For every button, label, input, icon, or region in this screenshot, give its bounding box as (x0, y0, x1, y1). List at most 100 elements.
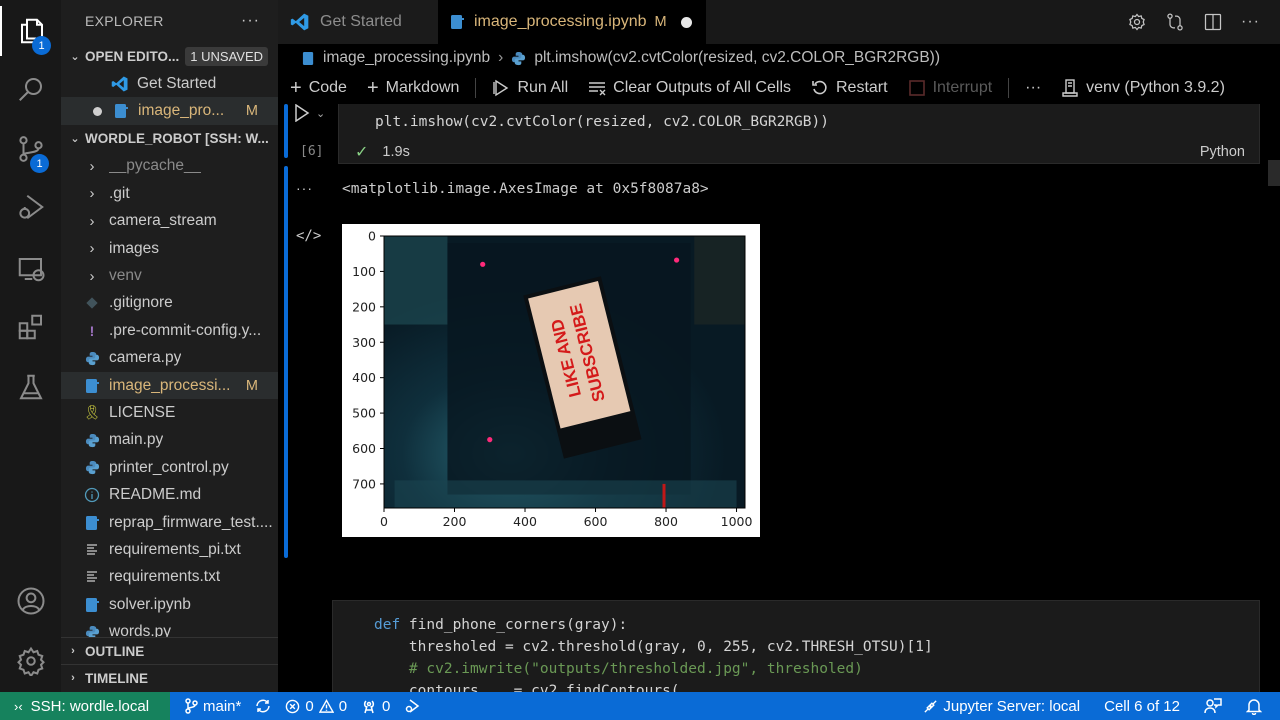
sync-button[interactable] (255, 698, 271, 714)
x-tick-label: 800 (654, 514, 678, 529)
more-actions-button[interactable]: ··· (1241, 13, 1260, 31)
tree-file[interactable]: reprap_firmware_test.... (61, 509, 278, 536)
cell-position[interactable]: Cell 6 of 12 (1104, 698, 1180, 715)
sync-icon (256, 699, 271, 713)
tree-file[interactable]: image_processi... M (61, 371, 278, 400)
branch-label: main* (203, 697, 242, 715)
tree-folder[interactable]: › images (61, 235, 278, 262)
plug-icon (924, 699, 937, 713)
error-count: 0 (305, 697, 314, 715)
tree-file[interactable]: 🎗 LICENSE (61, 399, 278, 426)
output-more-button[interactable]: ··· (296, 180, 313, 196)
explorer-title: EXPLORER (85, 13, 164, 29)
tree-folder[interactable]: › camera_stream (61, 208, 278, 235)
explorer-sidebar: EXPLORER ··· ⌄ OPEN EDITO... 1 UNSAVED G… (61, 0, 278, 692)
problems-indicator[interactable]: 0 0 (285, 698, 347, 715)
tab-get-started[interactable]: Get Started (278, 0, 438, 44)
code-line: # cv2.imwrite("outputs/thresholded.jpg",… (374, 661, 863, 677)
tab-image-processing[interactable]: image_processing.ipynb M (438, 0, 706, 44)
tree-file[interactable]: camera.py (61, 345, 278, 372)
run-all-button[interactable]: Run All (492, 79, 568, 97)
success-check-icon: ✓ (355, 144, 369, 161)
y-tick-label: 600 (352, 441, 376, 456)
notifications-bell-icon[interactable] (1246, 697, 1262, 715)
execution-time: 1.9s (382, 144, 410, 160)
tree-file[interactable]: requirements_pi.txt (61, 536, 278, 563)
activity-remote-explorer[interactable] (0, 244, 61, 294)
remote-label: SSH: wordle.local (30, 697, 150, 715)
branch-indicator[interactable]: main* (184, 698, 241, 715)
remote-explorer-icon (18, 258, 44, 282)
add-code-cell-button[interactable]: + Code (290, 77, 347, 100)
chevron-right-icon: › (89, 267, 95, 285)
activity-accounts[interactable] (0, 576, 61, 626)
add-markdown-label: Markdown (385, 79, 460, 96)
activity-search[interactable] (0, 64, 61, 114)
feedback-icon[interactable] (1204, 697, 1222, 715)
output-mimetype-icon[interactable]: </> (296, 228, 321, 244)
activity-source-control[interactable]: 1 (0, 124, 61, 174)
activity-explorer[interactable]: 1 (0, 6, 61, 56)
gear-icon[interactable] (1127, 12, 1147, 32)
editor-scrollbar[interactable] (1268, 160, 1280, 186)
tree-file[interactable]: .gitignore (61, 290, 278, 317)
cell-language[interactable]: Python (1200, 144, 1245, 160)
tree-item-label: __pycache__ (109, 157, 202, 175)
toolbar-more-button[interactable]: ··· (1025, 79, 1041, 97)
breadcrumb-file[interactable]: image_processing.ipynb (323, 49, 490, 67)
workspace-label: WORDLE_ROBOT [SSH: W... (85, 131, 269, 147)
debug-launch-button[interactable] (404, 698, 420, 714)
toolbar-divider (1008, 78, 1010, 98)
plot-output: LIKE AND SUBSCRIBE 0 200 400 600 800 1000 0 100 20… (342, 224, 760, 537)
activity-extensions[interactable] (0, 302, 61, 352)
tree-file[interactable]: main.py (61, 427, 278, 454)
tree-folder[interactable]: › __pycache__ (61, 153, 278, 180)
run-all-label: Run All (517, 79, 569, 96)
info-icon (83, 486, 101, 504)
add-markdown-cell-button[interactable]: + Markdown (367, 77, 460, 100)
tree-file[interactable]: solver.ipynb (61, 591, 278, 618)
open-editor-get-started[interactable]: Get Started (61, 70, 278, 97)
kernel-picker[interactable]: venv (Python 3.9.2) (1061, 78, 1225, 98)
run-all-icon (492, 79, 510, 97)
x-tick-label: 600 (584, 514, 608, 529)
activity-run-debug[interactable] (0, 182, 61, 232)
clear-outputs-button[interactable]: Clear Outputs of All Cells (588, 79, 791, 97)
tree-item-label: solver.ipynb (109, 595, 191, 613)
tree-file[interactable]: README.md (61, 481, 278, 508)
ports-indicator[interactable]: 0 (361, 698, 390, 715)
notebook-icon (83, 514, 101, 532)
activity-testing[interactable] (0, 362, 61, 412)
interrupt-button[interactable]: Interrupt (908, 79, 992, 97)
split-editor-icon[interactable] (1203, 12, 1223, 32)
workspace-header[interactable]: ⌄ WORDLE_ROBOT [SSH: W... (61, 125, 278, 153)
explorer-more-button[interactable]: ··· (241, 12, 260, 30)
open-editor-image-processing[interactable]: image_pro... M (61, 97, 278, 125)
tree-file[interactable]: printer_control.py (61, 454, 278, 481)
y-tick-label: 700 (352, 476, 376, 491)
activity-manage[interactable] (0, 636, 61, 686)
outline-section[interactable]: › OUTLINE (61, 637, 278, 664)
kernel-icon (1061, 78, 1079, 98)
tree-file[interactable]: ! .pre-commit-config.y... (61, 317, 278, 344)
code-cell-editor-2[interactable]: def find_phone_corners(gray): thresholed… (332, 600, 1260, 692)
text-icon (83, 541, 101, 559)
tree-folder[interactable]: › venv (61, 262, 278, 289)
breadcrumb-symbol[interactable]: plt.imshow(cv2.cvtColor(resized, cv2.COL… (534, 49, 940, 67)
chevron-down-icon: ⌄ (70, 50, 80, 63)
open-editors-header[interactable]: ⌄ OPEN EDITO... 1 UNSAVED (61, 42, 278, 70)
open-editor-label: image_pro... (138, 102, 225, 120)
code-cell-editor[interactable]: plt.imshow(cv2.cvtColor(resized, cv2.COL… (338, 104, 1260, 164)
code-line: contours, _ = cv2.findContours( (374, 683, 680, 692)
tree-folder[interactable]: › .git (61, 180, 278, 207)
unsaved-dot-close-button[interactable] (680, 16, 692, 28)
run-options-chevron-icon[interactable]: ⌄ (316, 107, 325, 120)
run-cell-button[interactable]: ⌄ (294, 104, 325, 122)
remote-indicator[interactable]: ›‹ SSH: wordle.local (0, 692, 170, 720)
tree-file[interactable]: requirements.txt (61, 564, 278, 591)
text-icon (83, 568, 101, 586)
jupyter-server-indicator[interactable]: Jupyter Server: local (923, 698, 1080, 715)
open-changes-icon[interactable] (1165, 12, 1185, 32)
timeline-section[interactable]: › TIMELINE (61, 664, 278, 691)
restart-button[interactable]: Restart (811, 79, 888, 97)
